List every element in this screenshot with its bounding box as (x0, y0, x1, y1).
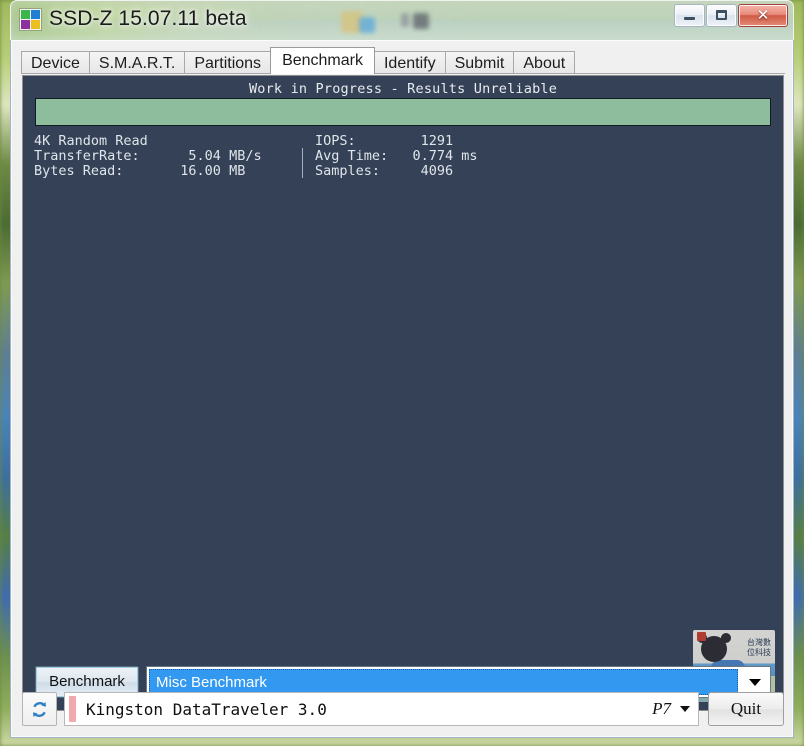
minimize-button[interactable] (674, 4, 705, 27)
tab-submit[interactable]: Submit (444, 51, 515, 74)
close-icon: ✕ (756, 7, 770, 24)
app-grid-icon (20, 9, 41, 30)
tab-identify[interactable]: Identify (373, 51, 446, 74)
refresh-button[interactable] (22, 692, 57, 726)
port-selector[interactable]: P7 (652, 699, 698, 719)
quit-button[interactable]: Quit (708, 692, 784, 726)
client-area: Device S.M.A.R.T. Partitions Benchmark I… (10, 40, 794, 738)
close-button[interactable]: ✕ (738, 4, 788, 27)
desktop-icon-ghost-2 (359, 17, 375, 33)
tab-benchmark[interactable]: Benchmark (270, 47, 375, 74)
results-divider (302, 148, 303, 178)
desktop-icon-ghost-4 (413, 13, 429, 29)
watermark-text: 台灣數 位科技 (747, 638, 771, 658)
tab-partitions[interactable]: Partitions (184, 51, 272, 74)
tab-strip: Device S.M.A.R.T. Partitions Benchmark I… (21, 47, 576, 74)
watermark-badge (697, 632, 706, 641)
benchmark-results-right: IOPS: 1291 Avg Time: 0.774 ms Samples: 4… (315, 133, 478, 179)
tab-strip-divider (21, 73, 785, 74)
port-label: P7 (652, 699, 671, 718)
device-selector[interactable]: Kingston DataTraveler 3.0 P7 (64, 692, 699, 726)
chevron-down-icon (680, 706, 690, 712)
benchmark-panel: Work in Progress - Results Unreliable 4K… (22, 75, 784, 711)
watermark-text-line2: 位科技 (747, 648, 771, 657)
desktop-icon-ghost-3 (401, 13, 409, 27)
benchmark-results-left: 4K Random Read TransferRate: 5.04 MB/s B… (34, 133, 262, 179)
window-title: SSD-Z 15.07.11 beta (49, 7, 247, 30)
tab-smart[interactable]: S.M.A.R.T. (88, 51, 186, 74)
work-in-progress-warning: Work in Progress - Results Unreliable (248, 81, 558, 97)
maximize-button[interactable] (706, 4, 737, 27)
chevron-down-icon (749, 678, 761, 686)
tab-about[interactable]: About (513, 51, 576, 74)
status-bar: Kingston DataTraveler 3.0 P7 Quit (22, 689, 784, 729)
window-controls: ✕ (673, 4, 788, 27)
progress-bar (35, 98, 771, 126)
device-name: Kingston DataTraveler 3.0 (86, 699, 327, 719)
maximize-icon (716, 10, 727, 20)
device-status-marker (69, 696, 76, 722)
benchmark-results: 4K Random Read TransferRate: 5.04 MB/s B… (34, 134, 478, 209)
title-bar: SSD-Z 15.07.11 beta ✕ (10, 0, 794, 40)
app-window: SSD-Z 15.07.11 beta ✕ Device S.M.A.R.T. … (10, 0, 794, 740)
minimize-icon (684, 17, 695, 20)
refresh-icon (33, 701, 46, 717)
tab-device[interactable]: Device (21, 51, 90, 74)
watermark-text-line1: 台灣數 (747, 638, 771, 647)
